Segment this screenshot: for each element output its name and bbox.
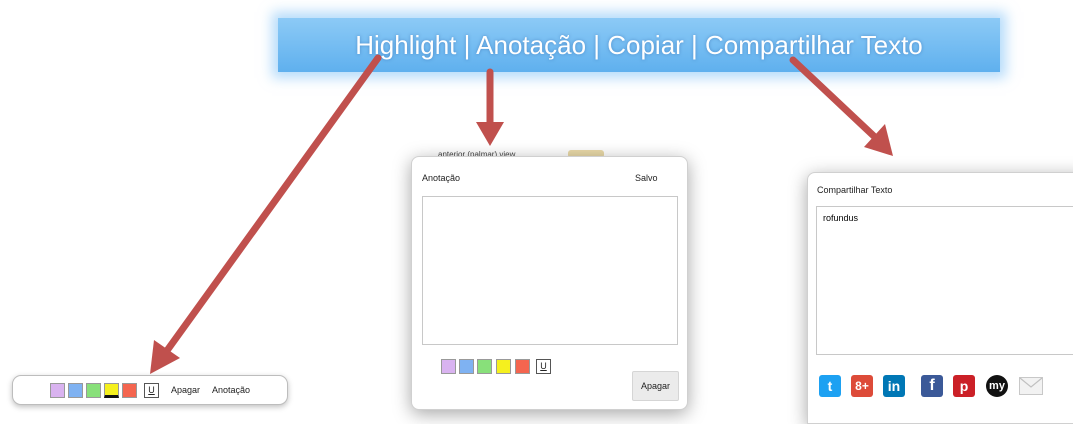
arrow-share [789,56,882,144]
arrow-highlight [162,54,382,356]
arrow-highlight-head [150,340,180,374]
arrow-annotation-head [476,122,504,146]
annotation-arrows [150,54,893,374]
